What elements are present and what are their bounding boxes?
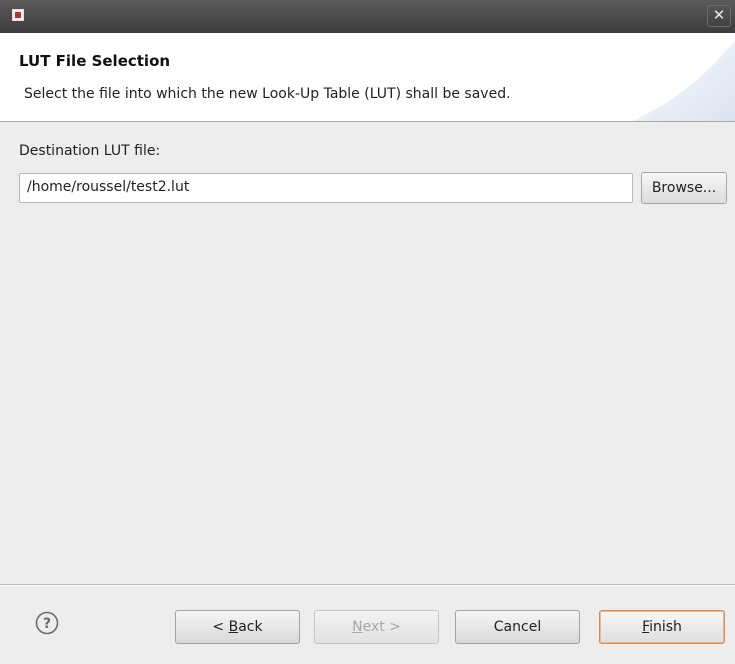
banner-graphic-icon bbox=[633, 40, 735, 121]
app-icon bbox=[12, 9, 24, 21]
wizard-content: Destination LUT file: /home/roussel/test… bbox=[0, 122, 735, 584]
wizard-dialog: ✕ LUT File Selection Select the file int… bbox=[0, 0, 735, 664]
next-rest: ext > bbox=[362, 619, 401, 635]
destination-file-label: Destination LUT file: bbox=[19, 143, 161, 159]
finish-rest: inish bbox=[649, 619, 682, 635]
svg-text:?: ? bbox=[43, 616, 51, 632]
page-description: Select the file into which the new Look-… bbox=[24, 86, 511, 102]
back-mnemonic: B bbox=[228, 619, 239, 635]
next-button[interactable]: Next > bbox=[314, 610, 439, 644]
cancel-button[interactable]: Cancel bbox=[455, 610, 580, 644]
browse-button[interactable]: Browse... bbox=[641, 172, 727, 204]
back-prefix: < bbox=[212, 619, 229, 635]
back-button[interactable]: < Back bbox=[175, 610, 300, 644]
title-bar[interactable]: ✕ bbox=[0, 0, 735, 33]
destination-file-input[interactable]: /home/roussel/test2.lut bbox=[19, 173, 633, 203]
next-mnemonic: N bbox=[352, 619, 363, 635]
back-rest: ack bbox=[238, 619, 263, 635]
wizard-header: LUT File Selection Select the file into … bbox=[0, 33, 735, 122]
page-title: LUT File Selection bbox=[19, 52, 171, 70]
close-icon[interactable]: ✕ bbox=[707, 5, 731, 27]
wizard-footer: ? < Back Next > Cancel Finish bbox=[0, 586, 735, 664]
finish-button[interactable]: Finish bbox=[599, 610, 725, 644]
help-icon[interactable]: ? bbox=[35, 611, 59, 635]
